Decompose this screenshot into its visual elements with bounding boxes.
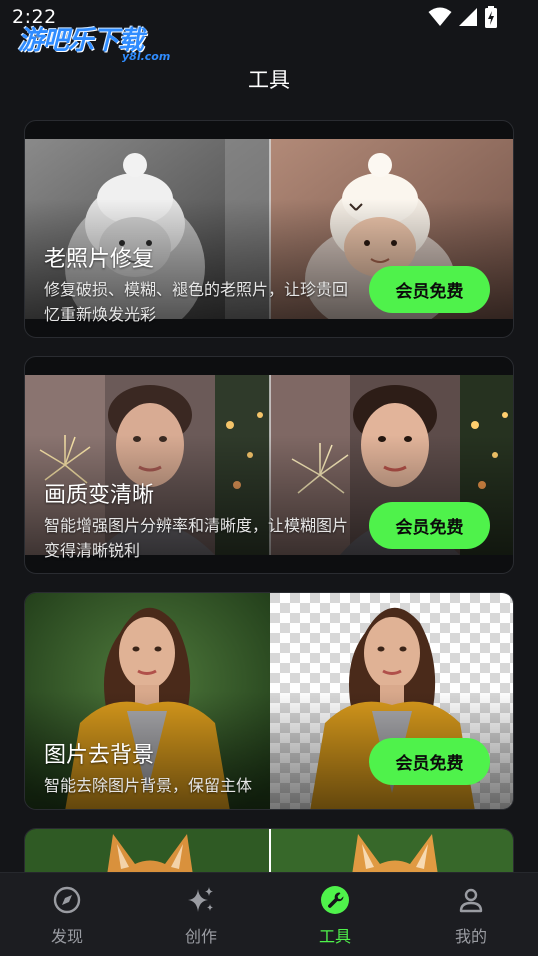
tool-card-remove-background[interactable]: 图片去背景 智能去除图片背景，保留主体 会员免费 [24,592,514,810]
card-description: 智能去除图片背景，保留主体 [44,776,253,795]
tool-card-old-photo-restore[interactable]: 老照片修复 修复破损、模糊、褪色的老照片，让珍贵回忆重新焕发光彩 会员免费 [24,120,514,338]
nav-tab-profile[interactable]: 我的 [404,873,538,956]
cellular-signal-icon [459,8,477,26]
card-description: 智能增强图片分辨率和清晰度，让模糊图片变得清晰锐利 [44,516,349,560]
card-title: 图片去背景 [44,743,155,768]
vip-free-button[interactable]: 会员免费 [369,266,490,313]
vip-free-button[interactable]: 会员免费 [369,738,490,785]
wifi-icon [428,7,452,26]
tools-screen: 2:22 游吧乐下载 y8l.com 工具 老照片修复 修复破损、模糊、褪色的老… [0,0,538,956]
page-title: 工具 [248,68,290,92]
nav-label: 我的 [454,927,487,946]
nav-label: 发现 [50,927,83,946]
status-icons [428,6,498,28]
battery-icon [485,6,497,28]
watermark-logo: 游吧乐下载 y8l.com [18,20,188,66]
card-title: 画质变清晰 [44,483,155,508]
nav-label: 工具 [318,927,351,946]
compass-icon [53,886,81,914]
nav-tab-discover[interactable]: 发现 [0,873,134,956]
nav-label: 创作 [184,927,217,946]
watermark-subtext: y8l.com [122,50,171,63]
card-description: 修复破损、模糊、褪色的老照片，让珍贵回忆重新焕发光彩 [44,280,349,324]
sparkle-icon [188,887,213,912]
user-icon [459,888,483,913]
nav-tab-create[interactable]: 创作 [134,873,268,956]
bottom-navigation: 发现 创作 工具 我的 [0,872,538,956]
card-title: 老照片修复 [44,247,155,272]
tool-card-enhance-clarity[interactable]: 画质变清晰 智能增强图片分辨率和清晰度，让模糊图片变得清晰锐利 会员免费 [24,356,514,574]
vip-free-button[interactable]: 会员免费 [369,502,490,549]
wrench-icon [321,886,349,914]
nav-tab-tools[interactable]: 工具 [268,873,402,956]
